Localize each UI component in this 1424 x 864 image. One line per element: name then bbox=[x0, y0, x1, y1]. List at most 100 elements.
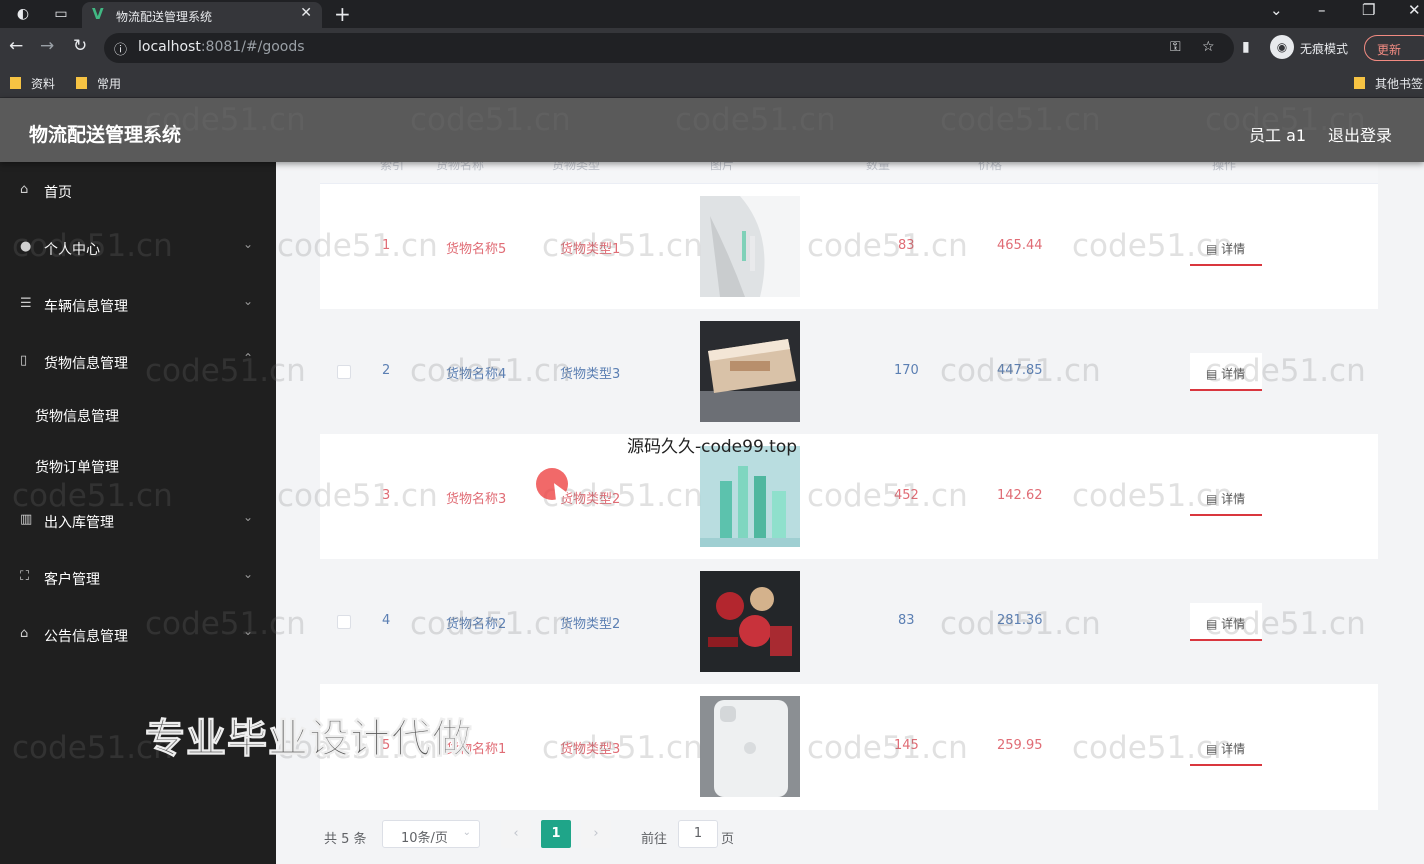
column-header: 索引 bbox=[380, 162, 405, 172]
chevron-down-icon: ⌄ bbox=[243, 237, 254, 251]
row-index: 3 bbox=[382, 488, 391, 503]
tab-list-chevron-icon[interactable]: ⌄ bbox=[1270, 1, 1283, 19]
tab-title: 物流配送管理系统 bbox=[116, 10, 213, 24]
bookmark-other[interactable]: 其他书签 bbox=[1354, 75, 1423, 92]
tab-close-icon[interactable]: ✕ bbox=[300, 5, 312, 21]
column-header: 操作 bbox=[1212, 162, 1237, 172]
goto-label: 前往 bbox=[641, 832, 668, 847]
goto-page-input[interactable]: 1 bbox=[678, 820, 718, 848]
goods-qty: 452 bbox=[894, 488, 919, 503]
goods-table: 索引 货物名称 货物类型 图片 数量 价格 操作 1 货物名称5 货物类型1 8… bbox=[320, 162, 1378, 810]
detail-button[interactable]: ▤ 详情 bbox=[1190, 728, 1262, 766]
chevron-down-icon: ⌄ bbox=[462, 827, 471, 838]
chevron-down-icon: ⌄ bbox=[243, 624, 254, 638]
browser-toolbar: ← → ↻ ⓘ localhost:8081/#/goods ⚿ ☆ ▮ ◉ 无… bbox=[0, 28, 1424, 68]
sidebar-item-goods[interactable]: ▯ 货物信息管理 ⌃ bbox=[0, 341, 276, 381]
browser-tab-active[interactable]: V 物流配送管理系统 ✕ bbox=[82, 2, 322, 28]
detail-button[interactable]: ▤ 详情 bbox=[1190, 228, 1262, 266]
app-header: 物流配送管理系统 员工 a1 退出登录 bbox=[0, 98, 1424, 162]
row-index: 4 bbox=[382, 613, 391, 628]
forward-icon[interactable]: → bbox=[40, 36, 54, 56]
page-size-select[interactable]: 10条/页 ⌄ bbox=[382, 820, 480, 848]
prev-page-button[interactable]: ‹ bbox=[501, 820, 531, 848]
reload-icon[interactable]: ↻ bbox=[73, 36, 87, 56]
center-watermark: 源码久久-code99.top bbox=[627, 437, 798, 457]
sidebar-item-label: 公告信息管理 bbox=[44, 629, 128, 645]
books-icon: ▥ bbox=[20, 512, 33, 527]
goods-type: 货物类型2 bbox=[560, 492, 621, 507]
document-icon: ▤ bbox=[1206, 367, 1222, 381]
bookmark-folder-ziliao[interactable]: 资料 bbox=[10, 75, 55, 92]
chevron-up-icon: ⌃ bbox=[243, 351, 254, 365]
sidebar-item-personal-center[interactable]: ● 个人中心 ⌄ bbox=[0, 227, 276, 267]
chevron-down-icon: ⌄ bbox=[243, 510, 254, 524]
sidebar-item-customers[interactable]: ⛶ 客户管理 ⌄ bbox=[0, 557, 276, 597]
goods-price: 281.36 bbox=[997, 613, 1043, 628]
minimize-icon[interactable]: – bbox=[1318, 1, 1326, 19]
logout-link[interactable]: 退出登录 bbox=[1328, 122, 1392, 146]
bookmark-folder-changyong[interactable]: 常用 bbox=[76, 75, 121, 92]
goods-image bbox=[700, 446, 800, 547]
window-close-icon[interactable]: ✕ bbox=[1408, 1, 1421, 19]
goods-type: 货物类型3 bbox=[560, 742, 621, 757]
incognito-avatar-icon[interactable]: ◉ bbox=[1270, 35, 1294, 59]
sidebar-item-stock[interactable]: ▥ 出入库管理 ⌄ bbox=[0, 500, 276, 540]
tab-search-icon[interactable]: ▭ bbox=[52, 5, 70, 23]
update-button[interactable]: 更新 bbox=[1364, 35, 1424, 61]
row-checkbox[interactable] bbox=[337, 615, 351, 629]
goods-price: 447.85 bbox=[997, 363, 1043, 378]
goods-name: 货物名称5 bbox=[446, 242, 507, 257]
star-icon[interactable]: ☆ bbox=[1202, 39, 1215, 55]
sidebar-item-home[interactable]: ⌂ 首页 bbox=[0, 170, 276, 210]
new-tab-icon[interactable]: + bbox=[334, 2, 351, 26]
sidebar-item-vehicles[interactable]: ☰ 车辆信息管理 ⌄ bbox=[0, 284, 276, 324]
phone-icon: ▯ bbox=[20, 353, 28, 368]
goods-name: 货物名称2 bbox=[446, 617, 507, 632]
goods-image bbox=[700, 321, 800, 422]
goods-type: 货物类型2 bbox=[560, 617, 621, 632]
incognito-label: 无痕模式 bbox=[1300, 42, 1349, 56]
sidebar-subitem-label: 货物订单管理 bbox=[35, 460, 119, 476]
sidepanel-icon[interactable]: ▮ bbox=[1242, 39, 1250, 55]
current-user[interactable]: 员工 a1 bbox=[1249, 122, 1306, 146]
row-checkbox[interactable] bbox=[337, 365, 351, 379]
detail-button[interactable]: ▤ 详情 bbox=[1190, 478, 1262, 516]
table-row: 4 货物名称2 货物类型2 83 281.36 ▤ 详情 bbox=[320, 559, 1378, 684]
goods-image bbox=[700, 696, 800, 797]
browser-menu-icon[interactable]: ◐ bbox=[14, 5, 32, 23]
site-info-icon[interactable]: ⓘ bbox=[114, 39, 127, 58]
sidebar-subitem-goods-info[interactable]: 货物信息管理 bbox=[0, 394, 276, 434]
home-icon: ⌂ bbox=[20, 182, 29, 197]
column-header: 货物名称 bbox=[436, 162, 485, 172]
next-page-button[interactable]: › bbox=[581, 820, 611, 848]
restore-icon[interactable]: ❐ bbox=[1362, 1, 1375, 19]
goods-image bbox=[700, 196, 800, 297]
detail-button[interactable]: ▤ 详情 bbox=[1190, 603, 1262, 641]
table-row: 2 货物名称4 货物类型3 170 447.85 ▤ 详情 bbox=[320, 309, 1378, 434]
goods-price: 142.62 bbox=[997, 488, 1043, 503]
goods-name: 货物名称4 bbox=[446, 367, 507, 382]
sidebar-item-notices[interactable]: ⌂ 公告信息管理 ⌄ bbox=[0, 614, 276, 654]
row-index: 1 bbox=[382, 238, 391, 253]
document-icon: ▤ bbox=[1206, 742, 1222, 756]
goods-type: 货物类型3 bbox=[560, 367, 621, 382]
table-row: 1 货物名称5 货物类型1 83 465.44 ▤ 详情 bbox=[320, 184, 1378, 309]
chevron-down-icon: ⌄ bbox=[243, 294, 254, 308]
goods-qty: 83 bbox=[898, 238, 915, 253]
page-number-current[interactable]: 1 bbox=[541, 820, 571, 848]
folder-icon bbox=[1354, 77, 1365, 89]
address-bar[interactable]: ⓘ localhost:8081/#/goods ⚿ ☆ bbox=[104, 33, 1234, 63]
sidebar-item-label: 客户管理 bbox=[44, 572, 100, 588]
bookmarks-bar: 资料 常用 其他书签 bbox=[0, 68, 1424, 98]
goods-name: 货物名称3 bbox=[446, 492, 507, 507]
goods-price: 465.44 bbox=[997, 238, 1043, 253]
table-row: 3 货物名称3 货物类型2 452 142.62 ▤ 详情 bbox=[320, 434, 1378, 559]
row-index: 2 bbox=[382, 363, 391, 378]
table-header: 索引 货物名称 货物类型 图片 数量 价格 操作 bbox=[320, 162, 1378, 184]
document-icon: ▤ bbox=[1206, 242, 1222, 256]
back-icon[interactable]: ← bbox=[9, 36, 23, 56]
sidebar-subitem-goods-orders[interactable]: 货物订单管理 bbox=[0, 445, 276, 485]
document-icon: ▤ bbox=[1206, 617, 1222, 631]
detail-button[interactable]: ▤ 详情 bbox=[1190, 353, 1262, 391]
key-icon[interactable]: ⚿ bbox=[1170, 39, 1181, 55]
